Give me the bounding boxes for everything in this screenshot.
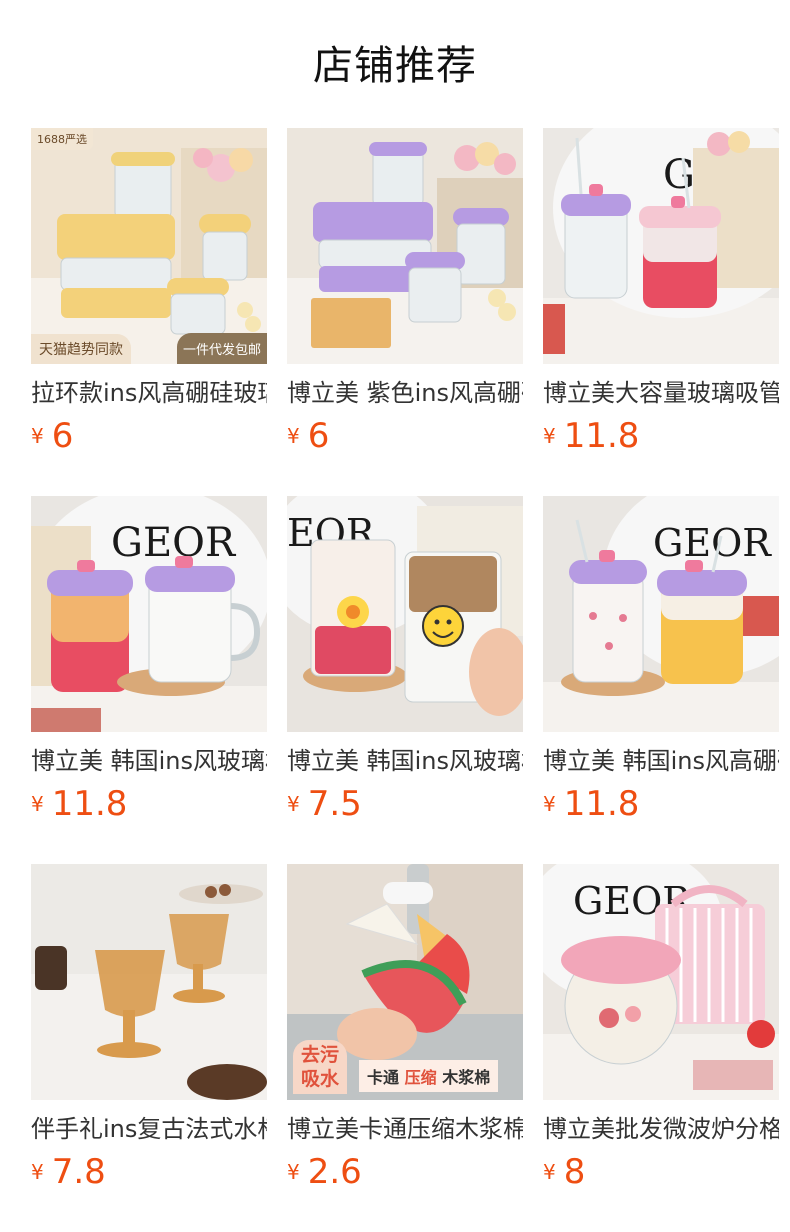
product-grid: 1688严选 天猫趋势同款 一件代发包邮 拉环款ins风高硼硅玻璃饭盒 ¥6 <box>31 128 779 1192</box>
glass-food-container-purple-icon <box>287 128 523 364</box>
product-price: ¥11.8 <box>31 782 127 826</box>
product-price: ¥7.5 <box>287 782 362 826</box>
product-title[interactable]: 博立美批发微波炉分格饭盒 <box>543 1113 779 1145</box>
promo-tag-part1: 卡通 <box>367 1068 400 1087</box>
product-title[interactable]: 拉环款ins风高硼硅玻璃饭盒 <box>31 377 267 409</box>
currency-symbol: ¥ <box>543 424 556 448</box>
product-price: ¥7.8 <box>31 1150 106 1194</box>
currency-symbol: ¥ <box>287 792 300 816</box>
product-image[interactable]: GEOR <box>543 864 779 1100</box>
product-image[interactable]: EOR <box>287 496 523 732</box>
currency-symbol: ¥ <box>543 792 556 816</box>
product-title[interactable]: 博立美卡通压缩木浆棉 <box>287 1113 523 1145</box>
currency-symbol: ¥ <box>31 1160 44 1184</box>
product-price: ¥11.8 <box>543 414 639 458</box>
price-value: 7.5 <box>307 784 362 824</box>
price-value: 8 <box>563 1152 586 1192</box>
product-card[interactable]: 1688严选 天猫趋势同款 一件代发包邮 拉环款ins风高硼硅玻璃饭盒 ¥6 <box>31 128 267 456</box>
promo-tag-main: 去污 吸水 <box>293 1040 348 1094</box>
product-card[interactable]: GEOR 博立美 韩国ins风玻璃杯 ¥11.8 <box>31 496 267 824</box>
trend-badge: 天猫趋势同款 <box>31 334 131 364</box>
product-image[interactable]: 1688严选 天猫趋势同款 一件代发包邮 <box>31 128 267 364</box>
currency-symbol: ¥ <box>31 424 44 448</box>
product-image[interactable]: GEOR <box>543 496 779 732</box>
pink-lunch-box-bag-icon: GEOR <box>543 864 779 1100</box>
product-title[interactable]: 博立美大容量玻璃吸管杯 <box>543 377 779 409</box>
vintage-amber-goblet-icon <box>31 864 267 1100</box>
glass-straw-mug-icon: GEOR <box>543 128 779 364</box>
product-card[interactable]: 去污 吸水 卡通 压缩 木浆棉 博立美卡通压缩木浆棉 ¥2.6 <box>287 864 523 1192</box>
product-card[interactable]: GEOR 博立美 韩国ins风高硼硅玻璃杯 ¥11.8 <box>543 496 779 824</box>
product-image[interactable]: 去污 吸水 卡通 压缩 木浆棉 <box>287 864 523 1100</box>
smiley-glass-cup-icon: EOR <box>287 496 523 732</box>
product-card[interactable]: GEOR 博立美批发微波炉分格饭盒 ¥8 <box>543 864 779 1192</box>
glass-mug-bow-icon: GEOR <box>543 496 779 732</box>
product-price: ¥8 <box>543 1150 585 1194</box>
price-value: 2.6 <box>307 1152 362 1192</box>
price-value: 11.8 <box>563 784 640 824</box>
product-title[interactable]: 博立美 韩国ins风高硼硅玻璃杯 <box>543 745 779 777</box>
product-title[interactable]: 博立美 韩国ins风玻璃杯 <box>287 745 523 777</box>
product-image[interactable]: GEOR <box>543 128 779 364</box>
price-value: 7.8 <box>51 1152 106 1192</box>
product-price: ¥2.6 <box>287 1150 362 1194</box>
glass-mug-pair-icon: GEOR <box>31 496 267 732</box>
promo-tag-part2: 压缩 <box>404 1068 437 1087</box>
price-value: 11.8 <box>51 784 128 824</box>
product-price: ¥6 <box>31 414 73 458</box>
product-title[interactable]: 博立美 紫色ins风高硼硅玻璃饭盒 <box>287 377 523 409</box>
price-value: 6 <box>51 416 74 456</box>
product-card[interactable]: 伴手礼ins复古法式水杯 ¥7.8 <box>31 864 267 1192</box>
product-image[interactable] <box>31 864 267 1100</box>
promo-tag: 去污 吸水 卡通 压缩 木浆棉 <box>287 1038 523 1100</box>
currency-symbol: ¥ <box>287 1160 300 1184</box>
source-badge: 1688严选 <box>31 128 93 150</box>
currency-symbol: ¥ <box>287 424 300 448</box>
product-card[interactable]: 博立美 紫色ins风高硼硅玻璃饭盒 ¥6 <box>287 128 523 456</box>
shipping-badge: 一件代发包邮 <box>176 333 267 364</box>
svg-text:GEOR: GEOR <box>653 521 772 565</box>
product-image[interactable]: GEOR <box>31 496 267 732</box>
product-card[interactable]: EOR 博立美 韩国ins风玻璃杯 ¥7.5 <box>287 496 523 824</box>
currency-symbol: ¥ <box>543 1160 556 1184</box>
product-image[interactable] <box>287 128 523 364</box>
product-title[interactable]: 伴手礼ins复古法式水杯 <box>31 1113 267 1145</box>
product-card[interactable]: GEOR 博立美大容量玻璃吸管杯 ¥11.8 <box>543 128 779 456</box>
page-title: 店铺推荐 <box>313 43 477 89</box>
promo-tag-part3: 木浆棉 <box>442 1068 491 1087</box>
promo-tag-strip: 卡通 压缩 木浆棉 <box>359 1060 499 1092</box>
price-value: 6 <box>307 416 330 456</box>
product-price: ¥6 <box>287 414 329 458</box>
currency-symbol: ¥ <box>31 792 44 816</box>
price-value: 11.8 <box>563 416 640 456</box>
product-title[interactable]: 博立美 韩国ins风玻璃杯 <box>31 745 267 777</box>
svg-text:GEOR: GEOR <box>111 520 237 566</box>
glass-food-container-yellow-icon <box>31 128 267 364</box>
product-price: ¥11.8 <box>543 782 639 826</box>
